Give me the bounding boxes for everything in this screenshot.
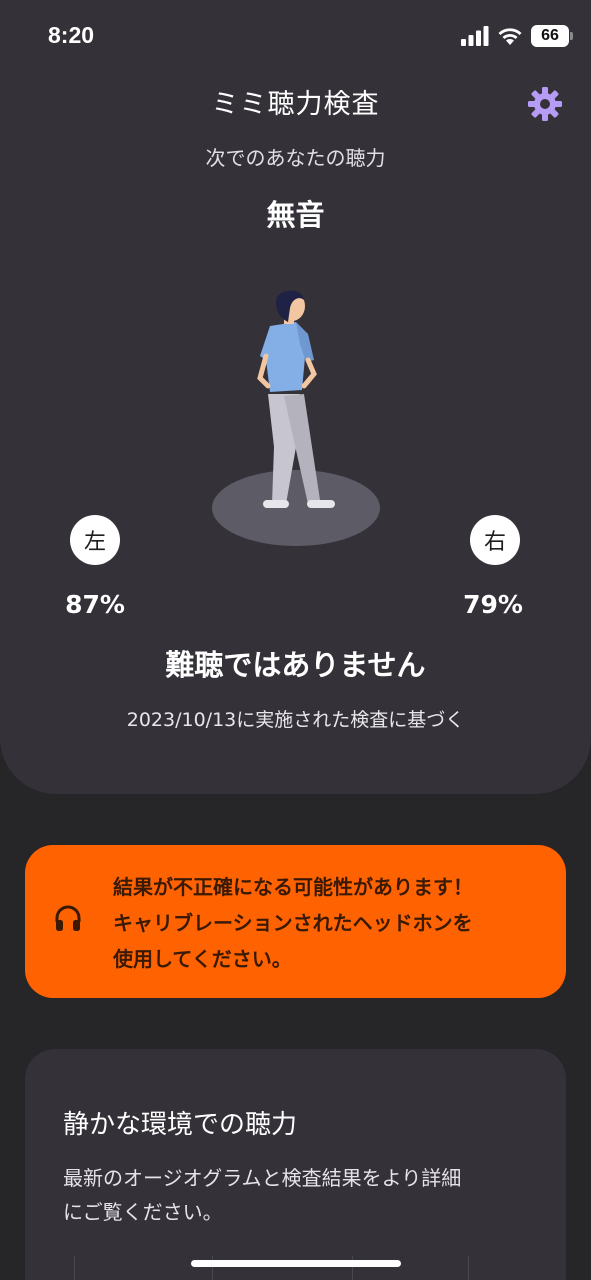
- gear-icon[interactable]: [527, 86, 563, 122]
- grid-line: [468, 1256, 469, 1280]
- card-description: 最新のオージオグラムと検査結果をより詳細 にご覧ください。: [63, 1161, 533, 1229]
- wifi-icon: [498, 28, 522, 45]
- test-date-note: 2023/10/13に実施された検査に基づく: [126, 709, 465, 731]
- environment-value: 無音: [266, 198, 325, 232]
- battery-level: 66: [541, 27, 559, 44]
- warning-line: 結果が不正確になる可能性があります！: [113, 875, 473, 899]
- hearing-environment-label: 次でのあなたの聴力: [205, 146, 386, 170]
- quiet-environment-card[interactable]: 静かな環境での聴力 最新のオージオグラムと検査結果をより詳細 にご覧ください。: [25, 1049, 566, 1280]
- signal-icon: [461, 26, 489, 46]
- person-illustration: [212, 290, 380, 546]
- status-icons: 66: [461, 24, 573, 48]
- left-ear-score: 87%: [65, 590, 125, 619]
- home-indicator[interactable]: [191, 1260, 401, 1267]
- warning-line: 使用してください。: [113, 947, 292, 971]
- status-bar: 8:20 66: [0, 0, 591, 70]
- left-ear-badge: 左: [70, 515, 120, 565]
- battery-icon: 66: [531, 25, 573, 47]
- page-title: ミミ聴力検査: [211, 89, 380, 120]
- right-ear-badge: 右: [470, 515, 520, 565]
- hearing-verdict: 難聴ではありません: [165, 648, 426, 682]
- right-ear-score: 79%: [463, 590, 523, 619]
- grid-line: [74, 1256, 75, 1280]
- card-title: 静かな環境での聴力: [63, 1110, 298, 1140]
- card-desc-line: にご覧ください。: [63, 1200, 223, 1224]
- card-desc-line: 最新のオージオグラムと検査結果をより詳細: [63, 1166, 462, 1190]
- calibration-warning-banner[interactable]: 結果が不正確になる可能性があります！ キャリブレーションされたヘッドホンを 使用…: [25, 845, 566, 998]
- warning-message: 結果が不正確になる可能性があります！ キャリブレーションされたヘッドホンを 使用…: [113, 869, 553, 977]
- status-time: 8:20: [48, 22, 95, 48]
- headphones-icon: [55, 905, 81, 931]
- warning-line: キャリブレーションされたヘッドホンを: [113, 911, 473, 935]
